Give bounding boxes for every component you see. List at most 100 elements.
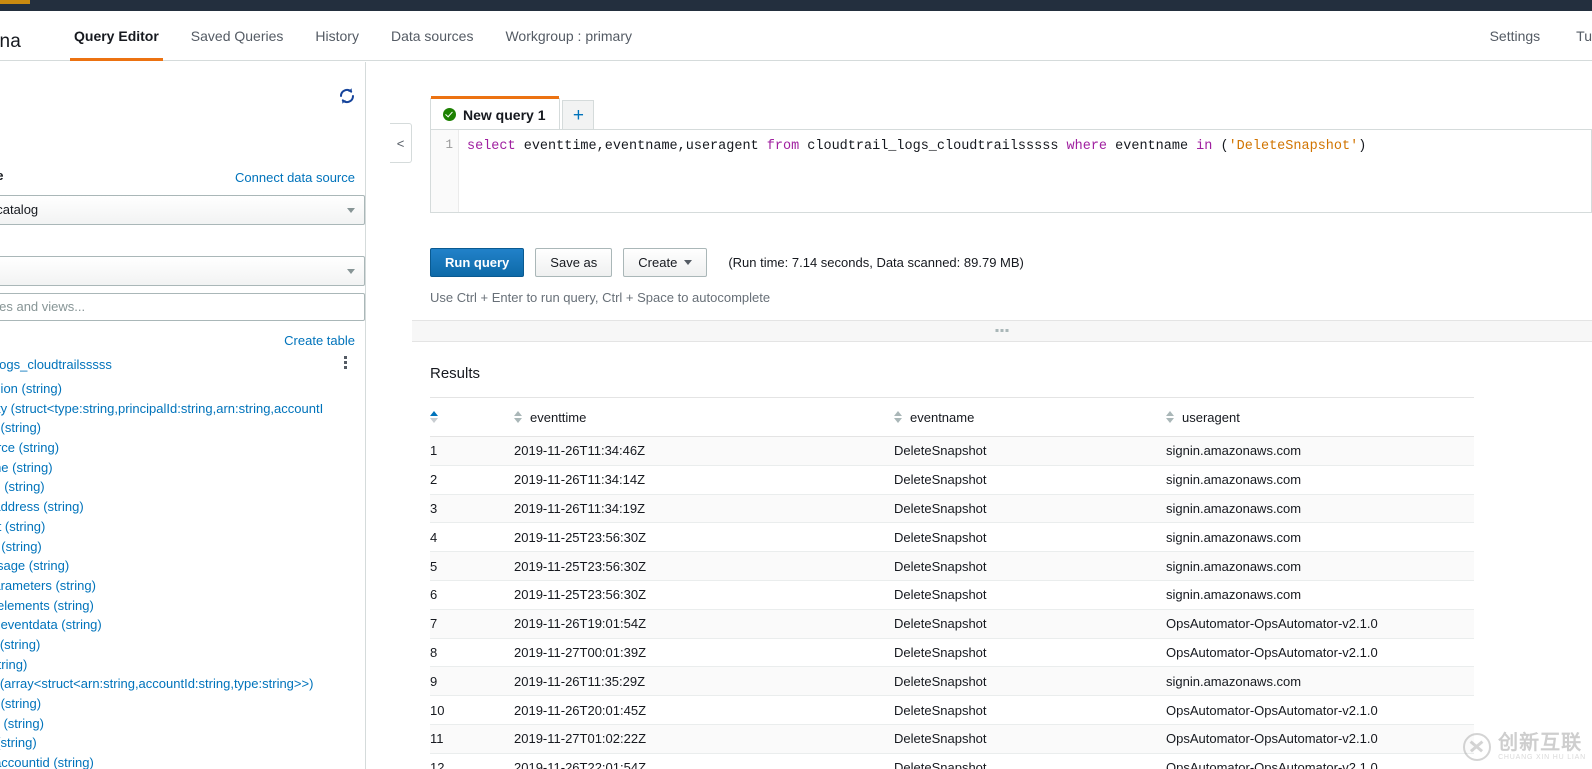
table-cell: signin.amazonaws.com [1166, 522, 1474, 553]
sql-token: eventname [1115, 139, 1197, 154]
table-row[interactable]: 3 2019-11-26T11:34:19Z DeleteSnapshot signi… [430, 494, 1474, 524]
results-table: eventtime eventname useragent 1 2019-11-26T… [430, 397, 1474, 769]
column-list-item[interactable]: ces (array<struct<arn:string,accountId:s… [0, 674, 365, 694]
column-list-item[interactable]: onaleventdata (string) [0, 615, 365, 635]
column-list-item[interactable]: nessage (string) [0, 556, 365, 576]
row-index-cell: 6 [430, 580, 514, 610]
table-cell: 2019-11-26T20:01:45Z [514, 695, 894, 725]
column-list-item[interactable]: stid (string) [0, 635, 365, 655]
column-list-item[interactable]: ode (string) [0, 537, 365, 557]
settings-link[interactable]: Settings [1472, 11, 1559, 61]
row-index-cell: 3 [430, 494, 514, 524]
table-cell: DeleteSnapshot [894, 551, 1166, 581]
query-tab-bar: New query 1 + [430, 96, 595, 130]
table-cell: 2019-11-27T00:01:39Z [514, 638, 894, 668]
table-row[interactable]: 2 2019-11-26T11:34:14Z DeleteSnapshot signi… [430, 465, 1474, 495]
tutorial-link[interactable]: Tu [1558, 11, 1592, 61]
column-list-item[interactable]: d (string) [0, 655, 365, 675]
table-row[interactable]: 1 2019-11-26T11:34:46Z DeleteSnapshot signi… [430, 436, 1474, 466]
table-row[interactable]: 6 2019-11-25T23:56:30Z DeleteSnapshot signi… [430, 580, 1474, 610]
table-row[interactable]: 9 2019-11-26T11:35:29Z DeleteSnapshot signi… [430, 666, 1474, 697]
table-cell: 2019-11-27T01:02:22Z [514, 724, 894, 754]
splitter-grip-icon [995, 329, 1009, 332]
table-row[interactable]: 4 2019-11-25T23:56:30Z DeleteSnapshot signi… [430, 522, 1474, 553]
table-name-item[interactable]: ail_logs_cloudtrailsssss [0, 357, 112, 372]
run-query-button[interactable]: Run query [430, 248, 525, 277]
sql-token: eventtime,eventname,useragent [523, 139, 767, 154]
panel-splitter[interactable] [412, 320, 1592, 342]
table-row[interactable]: 12 2019-11-26T22:01:54Z DeleteSnapshot OpsA… [430, 753, 1474, 769]
results-column-header[interactable]: eventname [894, 397, 1166, 437]
keyboard-hint-text: Use Ctrl + Enter to run query, Ctrl + Sp… [430, 290, 771, 305]
refresh-icon[interactable] [337, 86, 357, 106]
table-cell: 2019-11-25T23:56:30Z [514, 522, 894, 553]
table-cell: OpsAutomator-OpsAutomator-v2.1.0 [1166, 724, 1474, 754]
column-list-item[interactable]: entaccountid (string) [0, 753, 365, 769]
editor-gutter: 1 [431, 130, 459, 212]
table-cell: 2019-11-26T11:34:46Z [514, 436, 894, 466]
tab-query-editor[interactable]: Query Editor [58, 11, 175, 61]
column-list-item[interactable]: stparameters (string) [0, 576, 365, 596]
results-panel: Results eventtime eventname useragent 1 201… [412, 342, 1592, 769]
table-row[interactable]: 7 2019-11-26T19:01:54Z DeleteSnapshot OpsAu… [430, 609, 1474, 639]
data-source-select[interactable]: acatalog [0, 195, 365, 225]
column-list-item[interactable]: entity (struct<type:string,principalId:s… [0, 399, 365, 419]
tab-history[interactable]: History [299, 11, 375, 61]
sql-token: cloudtrail_logs_cloudtrailsssss [807, 139, 1067, 154]
data-source-label: urce [0, 168, 3, 183]
kebab-menu-icon[interactable] [338, 356, 352, 372]
column-list-item[interactable]: ype (string) [0, 694, 365, 714]
table-row[interactable]: 10 2019-11-26T20:01:45Z DeleteSnapshot OpsA… [430, 695, 1474, 725]
row-index-cell: 7 [430, 609, 514, 639]
create-button[interactable]: Create [623, 248, 708, 277]
table-row[interactable]: 5 2019-11-25T23:56:30Z DeleteSnapshot signi… [430, 551, 1474, 581]
service-nav-bar: hena Query Editor Saved Queries History … [0, 11, 1592, 61]
sort-icon[interactable] [430, 411, 438, 423]
column-list-item[interactable]: gion (string) [0, 477, 365, 497]
add-query-tab-button[interactable]: + [562, 100, 595, 130]
create-table-link[interactable]: Create table [284, 333, 355, 348]
table-cell: 2019-11-26T19:01:54Z [514, 609, 894, 639]
column-list-item[interactable]: ime (string) [0, 418, 365, 438]
results-column-header[interactable]: eventtime [514, 397, 894, 437]
column-list-item[interactable]: eipaddress (string) [0, 497, 365, 517]
tab-data-sources[interactable]: Data sources [375, 11, 489, 61]
results-column-header-label: useragent [1182, 409, 1240, 425]
sql-token: in [1196, 139, 1221, 154]
column-list-item[interactable]: name (string) [0, 458, 365, 478]
column-list-item[interactable]: sion (string) [0, 714, 365, 734]
results-table-head: eventtime eventname useragent [430, 397, 1474, 437]
table-row[interactable]: 11 2019-11-27T01:02:22Z DeleteSnapshot OpsA… [430, 724, 1474, 754]
column-list-item[interactable]: nly (string) [0, 733, 365, 753]
database-select[interactable] [0, 256, 365, 286]
table-cell: DeleteSnapshot [894, 753, 1166, 769]
sort-icon[interactable] [1166, 411, 1174, 423]
query-tab-new-query-1[interactable]: New query 1 [430, 96, 561, 130]
column-list-item[interactable]: nseelements (string) [0, 596, 365, 616]
table-cell: 2019-11-26T22:01:54Z [514, 753, 894, 769]
tab-workgroup[interactable]: Workgroup : primary [489, 11, 648, 61]
sql-editor[interactable]: 1 select eventtime,eventname,useragent f… [430, 129, 1592, 213]
table-cell: DeleteSnapshot [894, 494, 1166, 524]
table-row[interactable]: 8 2019-11-27T00:01:39Z DeleteSnapshot OpsAu… [430, 638, 1474, 668]
row-index-cell: 9 [430, 666, 514, 697]
row-index-cell: 4 [430, 522, 514, 553]
column-list-item[interactable]: source (string) [0, 438, 365, 458]
filter-tables-input[interactable]: bles and views... [0, 293, 365, 321]
column-list-item[interactable]: version (string) [0, 379, 365, 399]
results-column-header[interactable] [430, 397, 514, 437]
table-cell: OpsAutomator-OpsAutomator-v2.1.0 [1166, 753, 1474, 769]
collapse-sidebar-button[interactable]: < [390, 123, 412, 163]
table-cell: 2019-11-26T11:35:29Z [514, 666, 894, 697]
table-cell: DeleteSnapshot [894, 666, 1166, 697]
column-list-item[interactable]: gent (string) [0, 517, 365, 537]
save-as-button[interactable]: Save as [535, 248, 613, 277]
sql-token: where [1066, 139, 1116, 154]
column-list: version (string)entity (struct<type:stri… [0, 379, 365, 769]
connect-data-source-link[interactable]: Connect data source [235, 170, 355, 185]
tab-saved-queries[interactable]: Saved Queries [175, 11, 300, 61]
sort-icon[interactable] [894, 411, 902, 423]
table-cell: 2019-11-25T23:56:30Z [514, 551, 894, 581]
results-column-header[interactable]: useragent [1166, 397, 1474, 437]
sort-icon[interactable] [514, 411, 522, 423]
